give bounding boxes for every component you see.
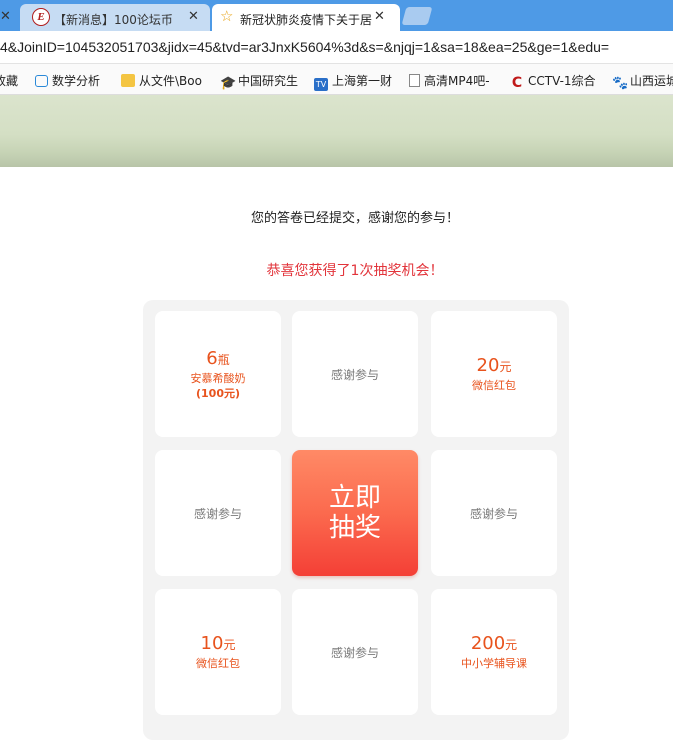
prize-cell-thanks: 感谢参与 [155, 450, 281, 576]
bookmarks-bar: 收藏 数学分析 从文件\Boo 🎓中国研究生 TV 上海第一财 高清MP4吧- C… [0, 64, 673, 95]
bookmark-china-grad[interactable]: 🎓 中国研究生 [220, 72, 298, 90]
url-text[interactable]: 4&JoinID=104532051703&jidx=45&tvd=ar3Jnx… [0, 39, 609, 55]
draw-button-line1: 立即 [328, 483, 381, 513]
star-icon: ☆ [220, 7, 234, 25]
tab-title: 新冠状肺炎疫情下关于居 [240, 13, 373, 27]
prize-cell-thanks: 感谢参与 [292, 589, 418, 715]
bookmark-hd-mp4[interactable]: 高清MP4吧- [409, 72, 490, 89]
thanks-text: 感谢参与 [469, 506, 518, 521]
bookmark-shanxi-yuncheng[interactable]: 🐾山西运城 [612, 72, 673, 90]
cctv-logo-icon: C [511, 75, 523, 91]
bookmark-label: 从文件\Boo [139, 74, 202, 88]
lottery-grid: 6瓶 安慕希酸奶 (100元) 感谢参与 20元 微信红包 感谢参与 立即 抽奖… [143, 300, 569, 740]
prize-desc: 安慕希酸奶 [190, 371, 246, 385]
close-icon[interactable]: ✕ [0, 9, 11, 24]
bookmark-cctv1[interactable]: C CCTV-1综合 [510, 72, 596, 90]
bookmark-label: 收藏 [0, 74, 19, 88]
tab-forum[interactable]: E 【新消息】100论坛币 ✕ [20, 4, 210, 31]
bookmark-label: 上海第一财 [332, 74, 393, 88]
bookmark-favorites[interactable]: 收藏 [0, 72, 18, 89]
address-bar[interactable]: 4&JoinID=104532051703&jidx=45&tvd=ar3Jnx… [0, 31, 673, 64]
bookmark-from-file[interactable]: 从文件\Boo [121, 72, 202, 89]
prize-amount: 20元 [476, 355, 512, 376]
page-icon [409, 74, 420, 87]
bookmark-label: 中国研究生 [238, 74, 299, 88]
folder-icon [121, 74, 135, 87]
tab-survey-active[interactable]: ☆ 新冠状肺炎疫情下关于居 ✕ [212, 4, 400, 31]
new-tab-button[interactable] [401, 7, 433, 25]
prize-amount: 6瓶 [206, 347, 230, 369]
prize-amount: 200元 [470, 633, 518, 654]
prize-cell-red-packet-20: 20元 微信红包 [431, 311, 557, 437]
prize-desc: 微信红包 [472, 379, 516, 392]
lottery-chance-message: 恭喜您获得了1次抽奖机会！ [266, 263, 444, 279]
tab-strip: ✕ E 【新消息】100论坛币 ✕ ☆ 新冠状肺炎疫情下关于居 ✕ [0, 0, 673, 31]
thanks-text: 感谢参与 [330, 645, 379, 660]
prize-amount: 10元 [200, 633, 236, 654]
submitted-message: 您的答卷已经提交，感谢您的参与！ [250, 211, 459, 226]
thanks-text: 感谢参与 [330, 367, 379, 382]
tv-icon: TV [314, 78, 328, 91]
paw-icon: 🐾 [612, 76, 629, 91]
forum-e-icon: E [32, 8, 50, 26]
close-icon[interactable]: ✕ [374, 9, 385, 24]
tab-title: 【新消息】100论坛币 [54, 13, 173, 27]
close-icon[interactable]: ✕ [188, 9, 199, 24]
draw-button-line2: 抽奖 [328, 513, 381, 543]
prize-value-note: (100元) [195, 386, 241, 400]
header-banner [0, 95, 673, 167]
bookmark-label: 山西运城 [630, 74, 673, 88]
prize-cell-thanks: 感谢参与 [292, 311, 418, 437]
prize-desc: 中小学辅导课 [461, 657, 527, 670]
bookmark-label: 数学分析 [52, 74, 101, 88]
prize-cell-yogurt: 6瓶 安慕希酸奶 (100元) [155, 311, 281, 437]
draw-lottery-button[interactable]: 立即 抽奖 [292, 450, 418, 576]
bookmark-math-analysis[interactable]: 数学分析 [35, 72, 100, 89]
bookmark-shanghai-finance[interactable]: TV 上海第一财 [314, 72, 392, 91]
thanks-text: 感谢参与 [193, 506, 242, 521]
tab-partial[interactable]: ✕ [0, 4, 20, 31]
prize-desc: 微信红包 [196, 657, 240, 670]
prize-cell-tutoring: 200元 中小学辅导课 [431, 589, 557, 715]
bookmark-label: CCTV-1综合 [528, 74, 596, 88]
chart-icon [35, 75, 48, 87]
graduation-cap-icon: 🎓 [220, 76, 237, 91]
prize-cell-red-packet-10: 10元 微信红包 [155, 589, 281, 715]
prize-cell-thanks: 感谢参与 [431, 450, 557, 576]
bookmark-label: 高清MP4吧- [424, 74, 490, 88]
